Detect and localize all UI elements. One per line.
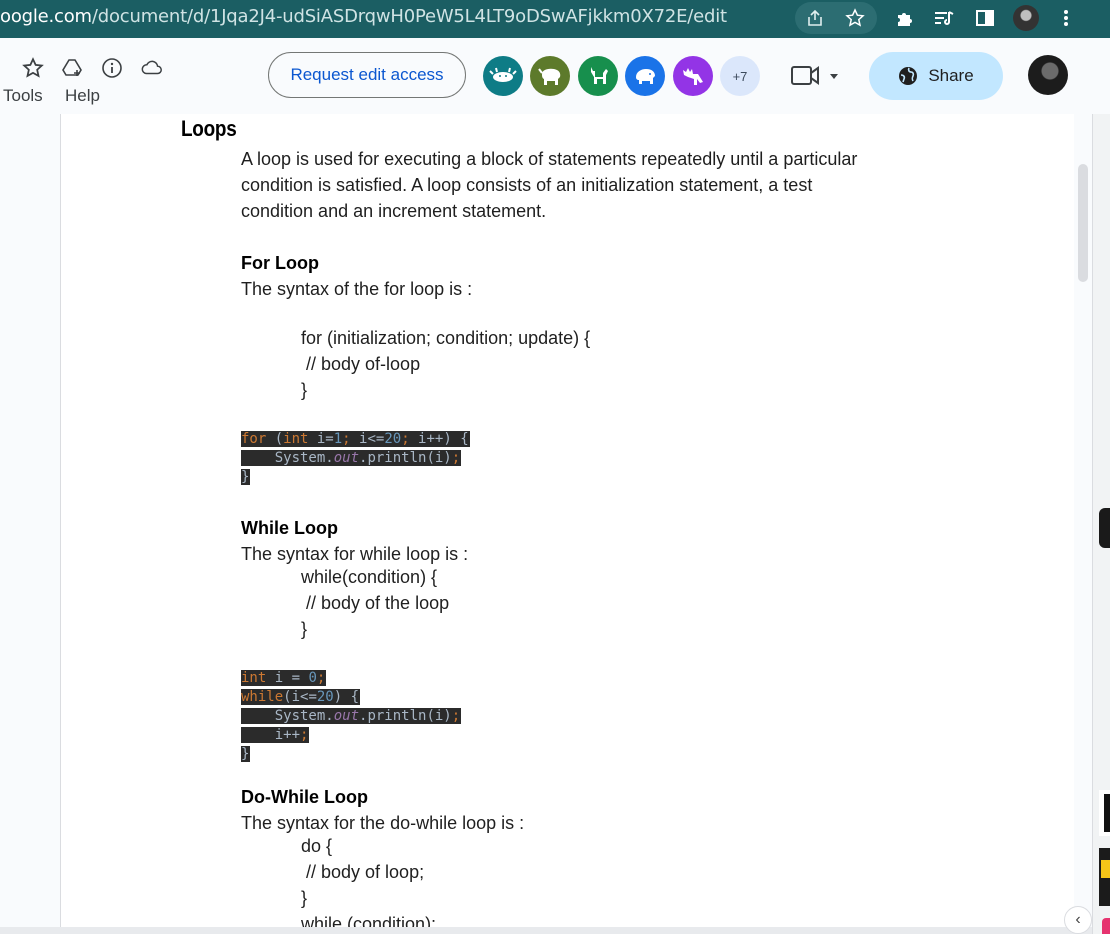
bookmark-star-icon[interactable] [841, 5, 869, 31]
for-syntax-line: for (initialization; condition; update) … [301, 328, 591, 348]
more-viewers-badge[interactable]: +7 [720, 56, 760, 96]
for-loop-title: For Loop [241, 253, 319, 273]
side-panel-handle[interactable] [1099, 508, 1110, 548]
scrollbar-thumb[interactable] [1078, 164, 1088, 282]
do-while-syntax-intro: The syntax for the do-while loop is : [241, 813, 525, 833]
do-while-syntax-line: do { [301, 836, 333, 856]
request-edit-access-button[interactable]: Request edit access [268, 52, 466, 98]
profile-avatar[interactable] [1012, 5, 1040, 31]
outline-panel [0, 114, 61, 927]
url-path: /document/d/1Jqa2J4-udSiASDrqwH0PeW5L4LT… [91, 6, 727, 27]
cloud-status-icon[interactable] [140, 56, 164, 80]
for-code-block[interactable]: for (int i=1; i<=20; i++) { System.out.p… [241, 430, 470, 487]
info-icon[interactable] [100, 56, 124, 80]
side-panel-icon[interactable] [971, 5, 999, 31]
while-loop-title: While Loop [241, 518, 338, 538]
url-host: oogle.com [0, 6, 92, 27]
anonymous-axolotl-icon[interactable] [483, 56, 523, 96]
share-page-icon[interactable] [801, 5, 829, 31]
menu-tools[interactable]: Tools [3, 86, 43, 106]
account-avatar[interactable] [1028, 55, 1068, 95]
share-button[interactable]: Share [869, 52, 1003, 100]
extensions-puzzle-icon[interactable] [891, 5, 919, 31]
collapse-side-panel-button[interactable]: ‹ [1064, 906, 1092, 934]
for-syntax-line: // body of-loop [301, 354, 421, 374]
side-panel-thumbnail [1099, 848, 1110, 906]
for-syntax-intro: The syntax of the for loop is : [241, 279, 473, 299]
menu-help[interactable]: Help [65, 86, 100, 106]
while-syntax-line: // body of the loop [301, 593, 450, 613]
globe-icon [899, 67, 918, 85]
do-while-loop-title: Do-While Loop [241, 787, 368, 807]
for-syntax-line: } [301, 380, 308, 400]
horizontal-scrollbar[interactable] [0, 927, 1092, 934]
side-panel-badge [1102, 918, 1110, 934]
do-while-syntax-line: } [301, 888, 308, 908]
while-syntax-line: } [301, 619, 308, 639]
browser-address-bar[interactable]: oogle.com/document/d/1Jqa2J4-udSiASDrqwH… [0, 0, 1110, 38]
reading-list-icon[interactable] [930, 5, 958, 31]
anonymous-buffalo-icon[interactable] [530, 56, 570, 96]
while-syntax-intro: The syntax for while loop is : [241, 544, 469, 564]
side-panel-logo [1099, 790, 1110, 836]
anonymous-llama-icon[interactable] [578, 56, 618, 96]
anonymous-capybara-icon[interactable] [625, 56, 665, 96]
move-to-drive-icon[interactable] [61, 56, 85, 80]
chevron-left-icon: ‹ [1075, 911, 1081, 928]
do-while-syntax-line: while (condition); [301, 914, 437, 927]
share-label: Share [928, 66, 974, 85]
do-while-syntax-line: // body of loop; [301, 862, 425, 882]
star-icon[interactable] [21, 56, 45, 80]
kebab-menu-icon[interactable] [1052, 5, 1080, 31]
intro-line-3: condition and an increment statement. [241, 201, 547, 221]
while-code-block[interactable]: int i = 0; while(i<=20) { System.out.pri… [241, 669, 462, 764]
url-text[interactable]: oogle.com/document/d/1Jqa2J4-udSiASDrqwH… [0, 0, 727, 38]
intro-line-2: condition is satisfied. A loop consists … [241, 175, 813, 195]
heading-loops: Loops [181, 116, 237, 141]
meet-call-button[interactable] [790, 64, 840, 88]
while-syntax-line: while(condition) { [301, 567, 438, 587]
document-page[interactable] [61, 114, 1074, 927]
intro-line-1: A loop is used for executing a block of … [241, 149, 858, 169]
anonymous-moose-icon[interactable] [673, 56, 713, 96]
